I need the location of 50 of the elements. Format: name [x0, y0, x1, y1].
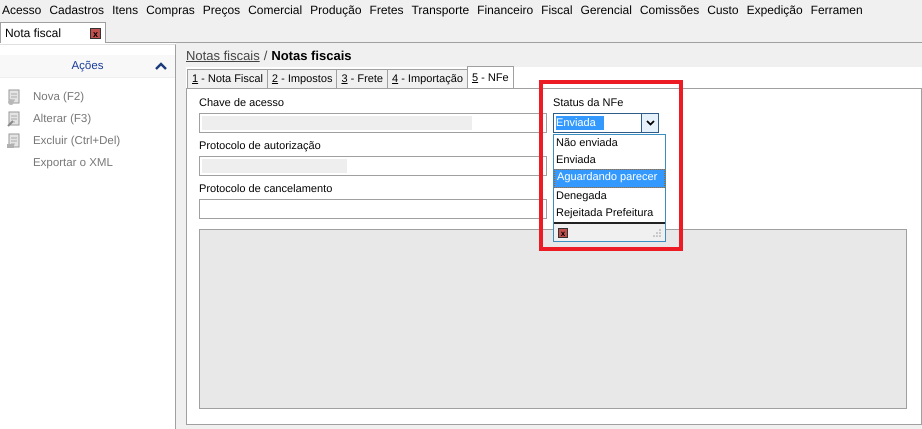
menu-item[interactable]: Itens	[110, 3, 142, 17]
dropdown-option[interactable]: Denegada	[554, 188, 665, 205]
menu-item[interactable]: Produção	[308, 3, 366, 17]
document-icon	[7, 111, 21, 127]
tab[interactable]: 1 - Nota Fiscal	[187, 69, 268, 88]
document-tab[interactable]: Nota fiscal x	[0, 22, 106, 43]
tab[interactable]: 4 - Importação	[387, 69, 468, 88]
page-title: Notas fiscais	[271, 48, 352, 62]
breadcrumb-link[interactable]: Notas fiscais	[186, 48, 260, 62]
menu-item[interactable]: Financeiro	[475, 3, 538, 17]
field-label: Status da NFe	[553, 97, 624, 110]
text-area[interactable]	[199, 229, 907, 409]
tab[interactable]: 3 - Frete	[336, 69, 388, 88]
tab[interactable]: 5 - NFe	[466, 66, 514, 88]
text-field[interactable]	[199, 199, 547, 219]
action-link[interactable]: Nova (F2)	[33, 91, 84, 103]
tab[interactable]: 2 - Impostos	[266, 69, 338, 88]
text-field[interactable]	[199, 156, 547, 176]
text-field[interactable]	[199, 113, 547, 133]
dropdown-option[interactable]: Enviada	[554, 152, 665, 169]
chevron-down-icon	[646, 120, 654, 126]
menu-item[interactable]: Fretes	[368, 3, 408, 17]
section-title: Ações	[72, 60, 104, 72]
menu-item[interactable]: Acesso	[0, 3, 46, 17]
menu-item[interactable]: Transporte	[410, 3, 474, 17]
field-label: Protocolo de autorização	[199, 140, 322, 153]
menu-item[interactable]: Gerencial	[578, 3, 636, 17]
field-label: Protocolo de cancelamento	[199, 183, 334, 196]
dropdown-option[interactable]: Não enviada	[554, 135, 665, 152]
close-button[interactable]: x	[90, 28, 101, 38]
document-icon	[7, 89, 21, 105]
field-label: Chave de acesso	[199, 97, 285, 110]
close-button[interactable]: x	[558, 228, 568, 238]
menu-item[interactable]: Expedição	[744, 3, 807, 17]
menu-item[interactable]: Cadastros	[47, 3, 108, 17]
menu-item[interactable]: Preços	[200, 3, 244, 17]
action-link[interactable]: Exportar o XML	[33, 157, 113, 169]
action-link[interactable]: Alterar (F3)	[33, 113, 92, 125]
menu-item[interactable]: Comercial	[246, 3, 306, 17]
document-icon	[7, 133, 21, 149]
menu-item[interactable]: Ferramen	[808, 3, 867, 17]
menu-item[interactable]: Compras	[144, 3, 199, 17]
menu-item[interactable]: Fiscal	[539, 3, 576, 17]
breadcrumb-separator: /	[264, 48, 268, 62]
action-link[interactable]: Excluir (Ctrl+Del)	[33, 135, 120, 147]
chevron-icon[interactable]	[155, 62, 167, 70]
menu-item[interactable]: Custo	[705, 3, 743, 17]
menu-item[interactable]: Comissões	[638, 3, 704, 17]
resize-grip-icon	[653, 228, 661, 236]
dropdown-option[interactable]: Rejeitada Prefeitura	[554, 205, 665, 222]
